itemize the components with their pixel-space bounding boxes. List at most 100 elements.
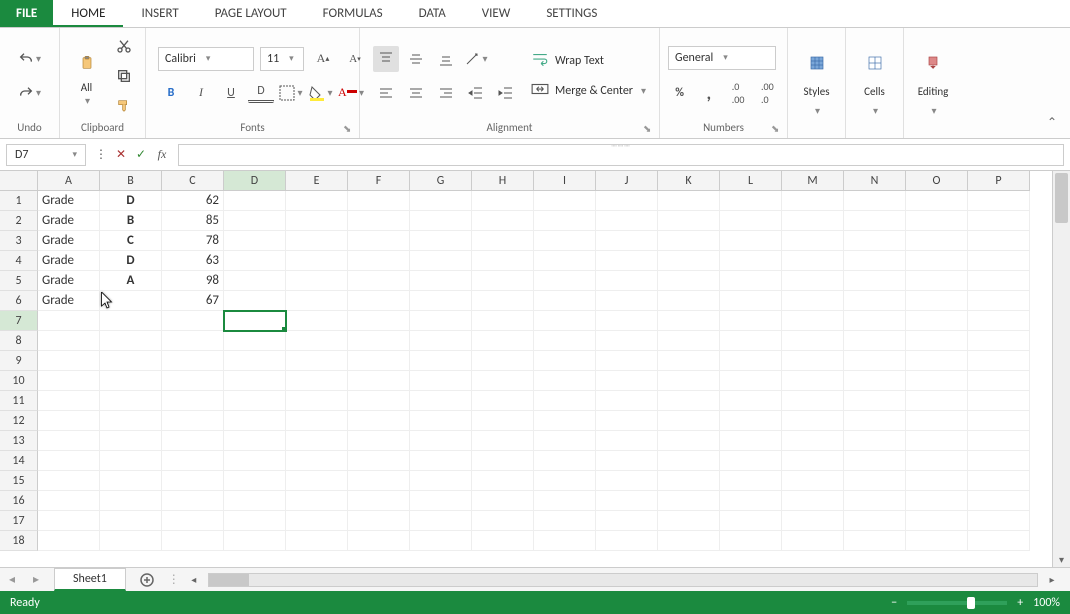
cell-L12[interactable] (720, 411, 782, 431)
cell-F6[interactable] (348, 291, 410, 311)
cell-C14[interactable] (162, 451, 224, 471)
cell-B2[interactable]: B (100, 211, 162, 231)
align-right-button[interactable] (433, 80, 459, 106)
cell-O16[interactable] (906, 491, 968, 511)
double-underline-button[interactable]: D (248, 83, 274, 103)
tab-home[interactable]: HOME (53, 0, 123, 27)
cell-N11[interactable] (844, 391, 906, 411)
row-header-14[interactable]: 14 (0, 451, 38, 471)
fonts-dialog-launcher[interactable]: ⬊ (343, 122, 355, 134)
cell-H7[interactable] (472, 311, 534, 331)
cell-J8[interactable] (596, 331, 658, 351)
cell-I17[interactable] (534, 511, 596, 531)
cell-L7[interactable] (720, 311, 782, 331)
cell-O5[interactable] (906, 271, 968, 291)
scroll-down-button[interactable]: ▾ (1053, 552, 1070, 568)
cell-N6[interactable] (844, 291, 906, 311)
italic-button[interactable]: I (188, 80, 214, 106)
cell-M9[interactable] (782, 351, 844, 371)
zoom-in-button[interactable]: + (1017, 596, 1023, 610)
fx-button[interactable]: fx (152, 142, 172, 168)
increase-decimal-button[interactable]: .0.00 (727, 80, 750, 106)
underline-button[interactable]: U (218, 80, 244, 106)
cell-F17[interactable] (348, 511, 410, 531)
redo-button[interactable]: ▾ (17, 80, 43, 106)
cell-K16[interactable] (658, 491, 720, 511)
decrease-decimal-button[interactable]: .00.0 (756, 80, 779, 106)
cell-N7[interactable] (844, 311, 906, 331)
cell-O10[interactable] (906, 371, 968, 391)
cell-E14[interactable] (286, 451, 348, 471)
comma-button[interactable]: , (697, 80, 720, 106)
cell-P17[interactable] (968, 511, 1030, 531)
formula-bar-grip[interactable]: ┈┈┈ (611, 141, 630, 152)
col-header-O[interactable]: O (906, 171, 968, 191)
bold-button[interactable]: B (158, 80, 184, 106)
cell-K11[interactable] (658, 391, 720, 411)
cell-M4[interactable] (782, 251, 844, 271)
cell-P12[interactable] (968, 411, 1030, 431)
row-header-12[interactable]: 12 (0, 411, 38, 431)
cell-P3[interactable] (968, 231, 1030, 251)
cell-G2[interactable] (410, 211, 472, 231)
cell-A10[interactable] (38, 371, 100, 391)
cell-E5[interactable] (286, 271, 348, 291)
vscroll-thumb[interactable] (1055, 173, 1068, 223)
cell-B17[interactable] (100, 511, 162, 531)
tab-page-layout[interactable]: PAGE LAYOUT (197, 0, 305, 27)
cell-K5[interactable] (658, 271, 720, 291)
cell-N15[interactable] (844, 471, 906, 491)
cell-A9[interactable] (38, 351, 100, 371)
tab-formulas[interactable]: FORMULAS (305, 0, 401, 27)
cell-K3[interactable] (658, 231, 720, 251)
row-header-8[interactable]: 8 (0, 331, 38, 351)
cell-L3[interactable] (720, 231, 782, 251)
cell-E2[interactable] (286, 211, 348, 231)
col-header-G[interactable]: G (410, 171, 472, 191)
cell-G18[interactable] (410, 531, 472, 551)
cell-G1[interactable] (410, 191, 472, 211)
cell-L17[interactable] (720, 511, 782, 531)
align-center-button[interactable] (403, 80, 429, 106)
cell-J13[interactable] (596, 431, 658, 451)
paste-button[interactable] (69, 45, 105, 81)
cell-K15[interactable] (658, 471, 720, 491)
cell-P11[interactable] (968, 391, 1030, 411)
cell-F18[interactable] (348, 531, 410, 551)
col-header-A[interactable]: A (38, 171, 100, 191)
cell-E10[interactable] (286, 371, 348, 391)
row-header-4[interactable]: 4 (0, 251, 38, 271)
cell-I18[interactable] (534, 531, 596, 551)
cell-C9[interactable] (162, 351, 224, 371)
cell-I8[interactable] (534, 331, 596, 351)
format-painter-button[interactable] (111, 93, 137, 119)
cut-button[interactable] (111, 33, 137, 59)
cell-J11[interactable] (596, 391, 658, 411)
cell-E12[interactable] (286, 411, 348, 431)
cell-E1[interactable] (286, 191, 348, 211)
cell-K2[interactable] (658, 211, 720, 231)
row-header-16[interactable]: 16 (0, 491, 38, 511)
row-header-9[interactable]: 9 (0, 351, 38, 371)
cell-N9[interactable] (844, 351, 906, 371)
cell-H4[interactable] (472, 251, 534, 271)
cell-N10[interactable] (844, 371, 906, 391)
cell-C4[interactable]: 63 (162, 251, 224, 271)
cell-D10[interactable] (224, 371, 286, 391)
accept-formula-button[interactable]: ✓ (132, 142, 150, 168)
cell-K4[interactable] (658, 251, 720, 271)
cell-P1[interactable] (968, 191, 1030, 211)
zoom-slider[interactable] (907, 601, 1007, 605)
zoom-out-button[interactable]: − (891, 596, 897, 610)
cell-I11[interactable] (534, 391, 596, 411)
cell-J10[interactable] (596, 371, 658, 391)
cell-A16[interactable] (38, 491, 100, 511)
row-header-13[interactable]: 13 (0, 431, 38, 451)
cell-N18[interactable] (844, 531, 906, 551)
cell-G11[interactable] (410, 391, 472, 411)
cell-N2[interactable] (844, 211, 906, 231)
cell-J17[interactable] (596, 511, 658, 531)
cell-H8[interactable] (472, 331, 534, 351)
cell-F14[interactable] (348, 451, 410, 471)
cell-C1[interactable]: 62 (162, 191, 224, 211)
